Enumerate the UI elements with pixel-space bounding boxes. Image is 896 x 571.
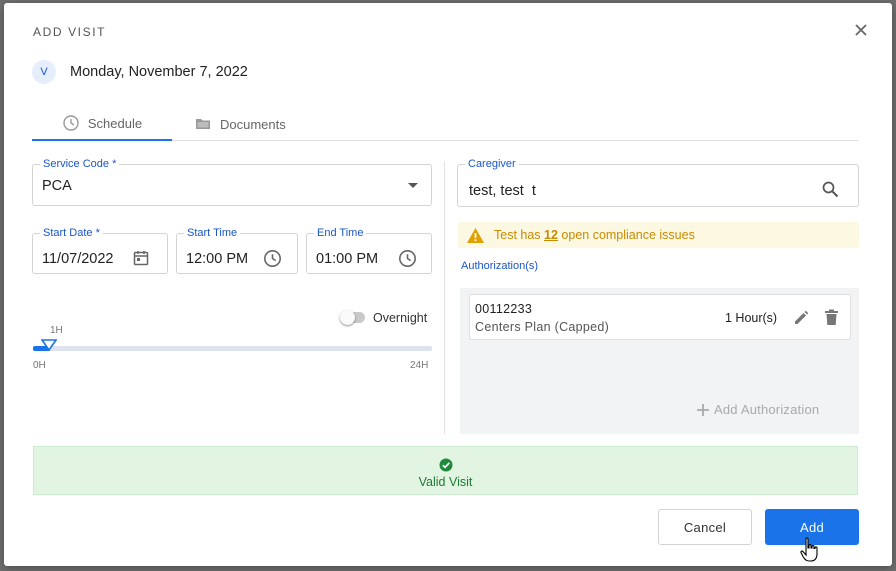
authorization-plan: Centers Plan (Capped)	[475, 320, 610, 334]
dialog-title: ADD VISIT	[33, 25, 107, 39]
authorizations-heading: Authorization(s)	[461, 260, 539, 272]
warning-icon	[467, 228, 484, 243]
avatar: V	[32, 60, 56, 84]
caret-down-icon	[408, 183, 418, 188]
tab-bar: Schedule Documents	[32, 107, 858, 141]
overnight-label: Overnight	[373, 311, 428, 325]
slider-value-label: 1H	[50, 325, 63, 336]
visit-status-banner: Valid Visit	[33, 446, 858, 495]
tab-documents-label: Documents	[220, 116, 286, 132]
add-visit-dialog: ADD VISIT V Monday, November 7, 2022 Sch…	[4, 3, 892, 566]
cancel-button[interactable]: Cancel	[658, 509, 752, 545]
compliance-issue-count[interactable]: 12	[544, 228, 558, 242]
slider-handle-icon[interactable]	[41, 339, 57, 351]
warning-suffix: open compliance issues	[557, 228, 695, 242]
caregiver-search-field[interactable]: Caregiver test, test t	[457, 157, 859, 207]
duration-slider-track[interactable]	[33, 346, 432, 351]
visit-date-heading: Monday, November 7, 2022	[70, 64, 248, 80]
slider-min-label: 0H	[33, 360, 46, 371]
tab-schedule-label: Schedule	[87, 115, 143, 131]
plus-icon	[697, 403, 709, 416]
start-date-field[interactable]: Start Date * 11/07/2022	[32, 226, 168, 274]
authorization-hours: 1 Hour(s)	[725, 311, 778, 325]
start-time-label: Start Time	[184, 226, 241, 240]
start-time-field[interactable]: Start Time 12:00 PM	[176, 226, 298, 274]
caregiver-value: test, test t	[469, 183, 536, 199]
hand-pointer-icon	[800, 537, 818, 562]
service-code-value: PCA	[42, 178, 72, 194]
slider-max-label: 24H	[410, 360, 429, 371]
clock-icon[interactable]	[263, 249, 282, 268]
delete-icon[interactable]	[824, 309, 839, 326]
start-date-label: Start Date *	[40, 226, 103, 240]
warning-prefix: Test has	[494, 228, 545, 242]
service-code-label: Service Code *	[40, 157, 120, 171]
authorization-code: 00112233	[475, 302, 533, 316]
folder-icon	[196, 119, 210, 129]
start-date-value: 11/07/2022	[42, 251, 114, 267]
clock-icon	[63, 115, 79, 131]
clock-icon[interactable]	[398, 249, 417, 268]
visit-status-text: Valid Visit	[418, 475, 473, 489]
overnight-toggle[interactable]	[340, 310, 365, 325]
end-time-value: 01:00 PM	[316, 251, 379, 267]
edit-icon[interactable]	[793, 309, 810, 326]
check-circle-icon	[439, 458, 453, 472]
tab-documents[interactable]: Documents	[194, 107, 286, 141]
authorization-card: 00112233 Centers Plan (Capped) 1 Hour(s)	[469, 294, 851, 340]
compliance-warning: Test has 12 open compliance issues	[458, 222, 859, 248]
calendar-icon[interactable]	[132, 249, 150, 267]
tab-schedule[interactable]: Schedule	[32, 107, 172, 141]
start-time-value: 12:00 PM	[186, 251, 249, 267]
search-icon[interactable]	[822, 181, 839, 198]
authorizations-panel: 00112233 Centers Plan (Capped) 1 Hour(s)…	[460, 288, 859, 434]
caregiver-label: Caregiver	[465, 157, 519, 171]
toggle-knob	[340, 310, 355, 325]
compliance-warning-text: Test has 12 open compliance issues	[494, 228, 695, 242]
service-code-select[interactable]: Service Code * PCA	[32, 157, 432, 206]
end-time-field[interactable]: End Time 01:00 PM	[306, 226, 432, 274]
add-authorization-button[interactable]: Add Authorization	[696, 402, 819, 417]
column-divider	[444, 161, 445, 434]
add-authorization-label: Add Authorization	[714, 402, 820, 417]
end-time-label: End Time	[314, 226, 367, 240]
close-icon[interactable]	[852, 21, 870, 39]
